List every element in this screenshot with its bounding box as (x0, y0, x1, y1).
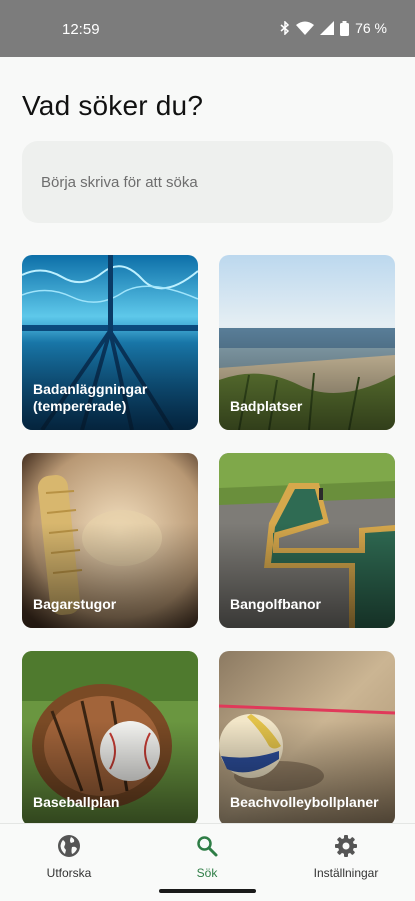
nav-item-sok[interactable]: Sök (157, 832, 257, 880)
category-label: Badplatser (230, 398, 303, 414)
status-bar: 12:59 76 % (0, 0, 415, 57)
category-label: Bangolfbanor (230, 596, 321, 612)
category-label: Bagarstugor (33, 596, 117, 612)
gear-icon (335, 835, 357, 857)
bluetooth-icon (280, 21, 290, 35)
status-icons: 76 % (280, 20, 387, 36)
nav-item-utforska[interactable]: Utforska (19, 832, 119, 880)
signal-icon (320, 21, 335, 35)
category-label: Badanläggningar (tempererade) (33, 381, 148, 414)
category-label: Baseballplan (33, 794, 120, 810)
battery-icon (340, 20, 350, 36)
search-placeholder: Börja skriva för att söka (41, 173, 198, 191)
battery-percent: 76 % (355, 20, 387, 36)
gesture-handle[interactable] (159, 889, 256, 893)
search-input[interactable]: Börja skriva för att söka (22, 141, 393, 223)
status-time: 12:59 (62, 21, 100, 38)
search-icon (197, 836, 218, 857)
nav-label: Inställningar (313, 866, 379, 880)
page-title: Vad söker du? (22, 90, 204, 121)
category-card-beachvolleyboll[interactable]: Beachvolleybollplaner (219, 651, 395, 826)
category-card-baseballplan[interactable]: Baseballplan (22, 651, 198, 826)
category-label: Beachvolleybollplaner (230, 794, 379, 810)
wifi-icon (296, 21, 315, 35)
category-card-badanlaggningar[interactable]: Badanläggningar (tempererade) (22, 255, 198, 430)
globe-icon (58, 835, 80, 857)
category-card-bagarstugor[interactable]: Bagarstugor (22, 453, 198, 628)
nav-item-installningar[interactable]: Inställningar (296, 832, 396, 880)
category-card-bangolfbanor[interactable]: Bangolfbanor (219, 453, 395, 628)
nav-label: Sök (196, 866, 218, 880)
category-card-badplatser[interactable]: Badplatser (219, 255, 395, 430)
nav-label: Utforska (46, 866, 92, 880)
